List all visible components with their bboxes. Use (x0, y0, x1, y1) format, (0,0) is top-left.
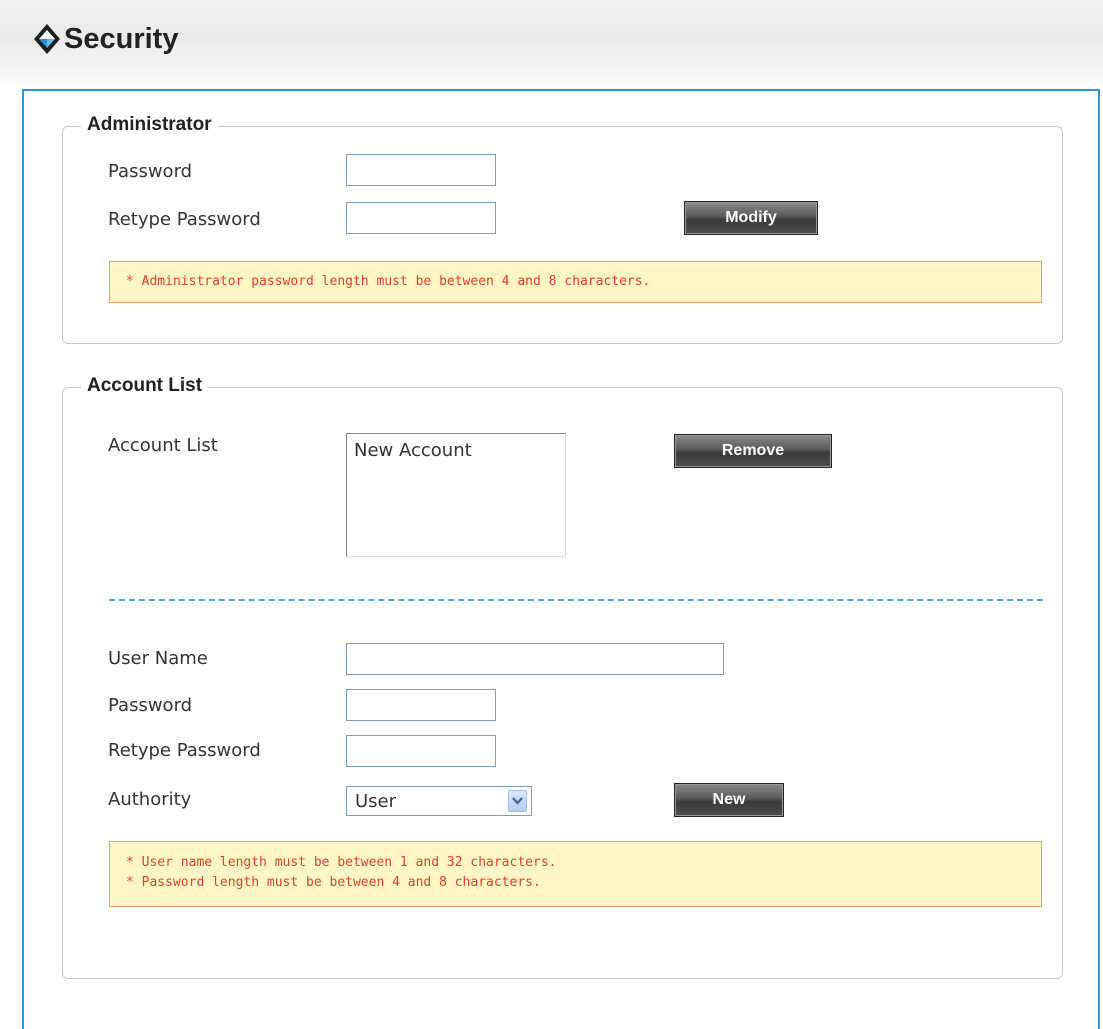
username-note-text: * User name length must be between 1 and… (126, 855, 557, 870)
remove-button[interactable]: Remove (674, 434, 832, 468)
admin-password-note: * Administrator password length must be … (109, 261, 1042, 303)
administrator-legend: Administrator (81, 114, 218, 136)
diamond-logo-icon (34, 24, 60, 54)
administrator-fieldset: Administrator Password Retype Password M… (62, 114, 1063, 344)
admin-retype-password-label: Retype Password (108, 209, 261, 230)
username-label: User Name (108, 648, 208, 669)
account-notes: * User name length must be between 1 and… (109, 841, 1042, 907)
admin-password-input[interactable] (346, 154, 496, 186)
section-divider (109, 599, 1043, 601)
user-retype-password-label: Retype Password (108, 740, 261, 761)
admin-retype-password-input[interactable] (346, 202, 496, 234)
new-button[interactable]: New (674, 783, 784, 817)
username-input[interactable] (346, 643, 724, 675)
chevron-down-icon[interactable] (508, 790, 527, 812)
user-password-label: Password (108, 695, 193, 716)
account-list-legend: Account List (81, 375, 209, 397)
page-header: Security (0, 0, 1103, 90)
user-password-input[interactable] (346, 689, 496, 721)
modify-button[interactable]: Modify (684, 201, 818, 235)
chevron-down-glyph (512, 797, 523, 805)
account-list-label: Account List (108, 435, 218, 456)
user-retype-password-input[interactable] (346, 735, 496, 767)
page-title: Security (64, 22, 179, 55)
admin-note-text: * Administrator password length must be … (126, 274, 651, 289)
password-note-text: * Password length must be between 4 and … (126, 875, 541, 890)
header-title: Security (32, 22, 178, 56)
account-list-fieldset: Account List Account List New Account Re… (62, 375, 1063, 979)
authority-select[interactable]: User (346, 786, 532, 816)
account-listbox[interactable]: New Account (346, 433, 566, 557)
authority-select-value: User (355, 790, 397, 812)
content-panel: Administrator Password Retype Password M… (22, 89, 1100, 1029)
account-list-option[interactable]: New Account (354, 440, 558, 461)
admin-password-label: Password (108, 161, 193, 182)
authority-label: Authority (108, 789, 192, 810)
